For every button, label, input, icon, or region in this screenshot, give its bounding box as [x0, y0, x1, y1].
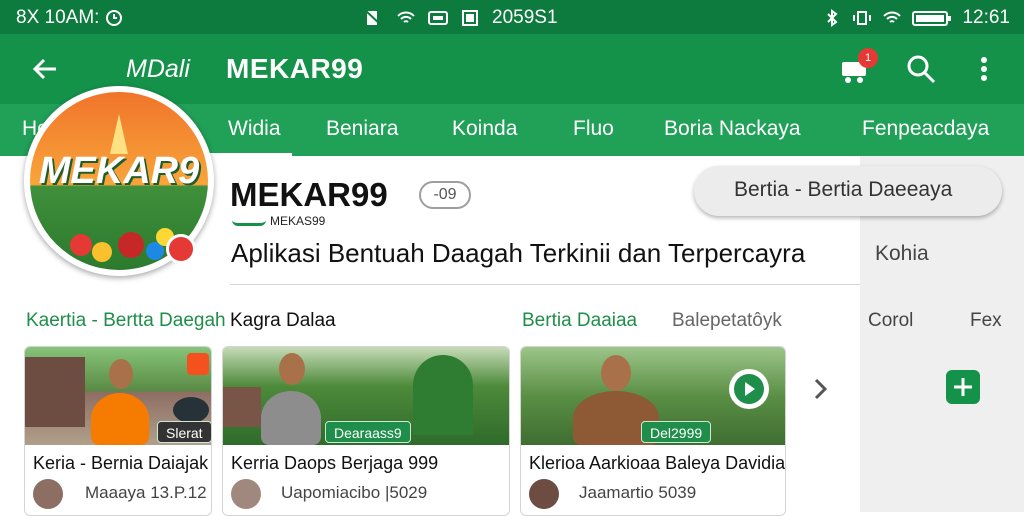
clock-icon [105, 9, 125, 27]
status-center-text: 2059S1 [492, 7, 558, 28]
status-bar: 8X 10AM: 2059S1 12:61 [0, 0, 1024, 34]
card-author: Maaaya 13.P.12 [85, 483, 207, 502]
section-title-1[interactable]: Kaertia - Bertta Daegah [26, 310, 226, 332]
page-title: MEKAR99 [230, 176, 388, 213]
tomato-icon [70, 234, 92, 256]
flower-icon [92, 242, 112, 262]
side-kota-label: Kohia [875, 242, 929, 265]
chevron-right-icon[interactable] [808, 374, 834, 404]
page-subtitle: Aplikasi Bentuah Daagah Terkinii dan Ter… [231, 238, 806, 268]
card-title: Kerria Daops Berjaga 999 [231, 453, 439, 473]
card-title: Klerioa Aarkioaa Baleya Davidia [529, 453, 786, 473]
news-card[interactable]: Dearaass9 Kerria Daops Berjaga 999 Uapom… [222, 346, 510, 516]
more-vert-icon[interactable] [972, 52, 996, 86]
bluetooth-icon [822, 9, 842, 27]
person-figure [261, 391, 321, 445]
app-title: MEKAR99 [226, 53, 364, 84]
right-col-2: Fex [970, 310, 1002, 331]
section-title-4[interactable]: Balepetatôyk [672, 310, 782, 332]
status-left-text: 8X 10AM: [16, 7, 100, 28]
app-brand-small: MDali [126, 55, 190, 83]
screenshot-icon [460, 9, 480, 27]
card-tag: Slerat [157, 421, 211, 443]
card-author: Uapomiacibo |5029 [281, 483, 428, 502]
nfc-icon [428, 9, 448, 27]
author-avatar [529, 479, 559, 509]
mute-icon [364, 9, 384, 27]
monument-icon [110, 114, 128, 154]
person-figure [91, 393, 149, 445]
status-time: 12:61 [962, 7, 1010, 28]
hut-shape [223, 387, 261, 427]
motorbike-shape [173, 397, 209, 423]
wifi-icon [396, 9, 416, 27]
add-icon[interactable] [946, 370, 980, 404]
person-head [279, 353, 305, 385]
right-col-1: Corol [868, 310, 914, 331]
back-arrow-icon[interactable] [28, 52, 62, 86]
wifi-signal-icon [882, 9, 902, 27]
swoosh-logo-icon [232, 220, 266, 226]
search-icon[interactable] [904, 52, 938, 86]
palm-tree-shape [413, 355, 473, 435]
follower-pill[interactable]: -09 [419, 181, 471, 209]
vibrate-icon [852, 9, 872, 27]
cart-badge: 1 [858, 48, 878, 68]
play-badge-icon [187, 353, 209, 375]
tab-widia[interactable]: Widia [228, 117, 281, 141]
house-shape [25, 357, 85, 427]
news-card[interactable]: Slerat Keria - Bernia Daiajak Maaaya 13.… [24, 346, 212, 516]
tab-fenpeacdaya[interactable]: Fenpeacdaya [862, 117, 989, 141]
verified-badge-icon [166, 234, 196, 264]
author-avatar [231, 479, 261, 509]
person-head [109, 359, 133, 389]
card-title: Keria - Bernia Daiajak [33, 453, 209, 473]
mini-brand: MEKAS99 [270, 214, 326, 228]
tab-beniara[interactable]: Beniara [326, 117, 398, 141]
news-card[interactable]: Del2999 Klerioa Aarkioaa Baleya Davidia … [520, 346, 786, 516]
side-search-button[interactable]: Bertia - Bertia Daeeaya [694, 166, 1002, 216]
play-icon[interactable] [729, 369, 769, 409]
tab-boria-nackaya[interactable]: Boria Nackaya [664, 117, 801, 141]
divider [230, 284, 860, 285]
card-tag: Dearaass9 [325, 421, 411, 443]
tab-koinda[interactable]: Koinda [452, 117, 517, 141]
logo-text: MEKAR9 [38, 150, 200, 192]
card-tag: Del2999 [641, 421, 712, 443]
tab-fluo[interactable]: Fluo [573, 117, 614, 141]
person-head [601, 355, 631, 391]
author-avatar [33, 479, 63, 509]
tomato-icon [118, 232, 144, 258]
card-author: Jaamartio 5039 [579, 483, 697, 502]
section-title-2[interactable]: Kagra Dalaa [230, 310, 336, 332]
section-title-3[interactable]: Bertia Daaiaa [522, 310, 637, 332]
battery-icon [912, 9, 952, 27]
